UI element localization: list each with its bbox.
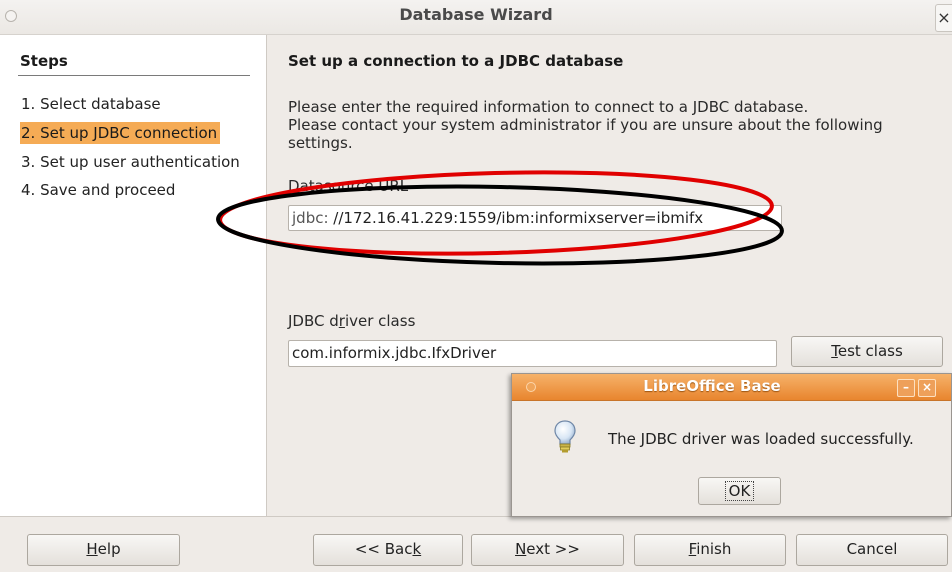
datasource-url-field[interactable]: jdbc: //172.16.41.229:1559/ibm:informixs… [288, 205, 782, 231]
steps-sidebar: Steps 1. Select database 2. Set up JDBC … [0, 35, 267, 516]
step-save-and-proceed[interactable]: 4. Save and proceed [20, 179, 178, 201]
dialog-message: The JDBC driver was loaded successfully. [608, 430, 914, 448]
driver-class-field[interactable]: com.informix.jdbc.IfxDriver [288, 340, 777, 367]
dialog-close-button[interactable]: × [918, 379, 936, 397]
dialog-minimize-button[interactable]: – [897, 379, 915, 397]
dialog-ok-button[interactable]: OK [698, 477, 781, 505]
description: Please enter the required information to… [288, 98, 938, 152]
title-bar: Database Wizard × [0, 0, 952, 35]
finish-button[interactable]: Finish [634, 534, 786, 566]
datasource-url-value: //172.16.41.229:1559/ibm:informixserver=… [333, 209, 704, 227]
steps-divider [18, 75, 250, 76]
dialog-title: LibreOffice Base [643, 377, 781, 395]
database-wizard-window: Database Wizard × Steps 1. Select databa… [0, 0, 952, 572]
step-set-up-user-authentication[interactable]: 3. Set up user authentication [20, 151, 243, 173]
steps-heading: Steps [20, 52, 68, 70]
description-line-1: Please enter the required information to… [288, 98, 809, 116]
ok-label: OK [724, 481, 755, 501]
libreoffice-base-dialog: LibreOffice Base – × The JDBC driver was… [511, 373, 952, 517]
driver-class-label: JDBC driver class [288, 312, 416, 330]
description-line-3: settings. [288, 134, 353, 152]
dialog-title-bar: LibreOffice Base – × [512, 374, 951, 401]
datasource-url-label: Datasource URL [288, 177, 409, 195]
window-title: Database Wizard [399, 5, 553, 24]
description-line-2: Please contact your system administrator… [288, 116, 883, 134]
back-button[interactable]: << Back [313, 534, 463, 566]
step-set-up-jdbc-connection[interactable]: 2. Set up JDBC connection [20, 122, 221, 144]
lightbulb-info-icon [554, 420, 576, 453]
cancel-button[interactable]: Cancel [796, 534, 948, 566]
test-class-button[interactable]: Test class [791, 336, 943, 367]
help-button[interactable]: Help [27, 534, 180, 566]
next-button[interactable]: Next >> [471, 534, 624, 566]
page-title: Set up a connection to a JDBC database [288, 52, 624, 70]
window-close-button[interactable]: × [935, 4, 952, 32]
step-select-database[interactable]: 1. Select database [20, 93, 164, 115]
jdbc-prefix: jdbc: [292, 209, 329, 227]
